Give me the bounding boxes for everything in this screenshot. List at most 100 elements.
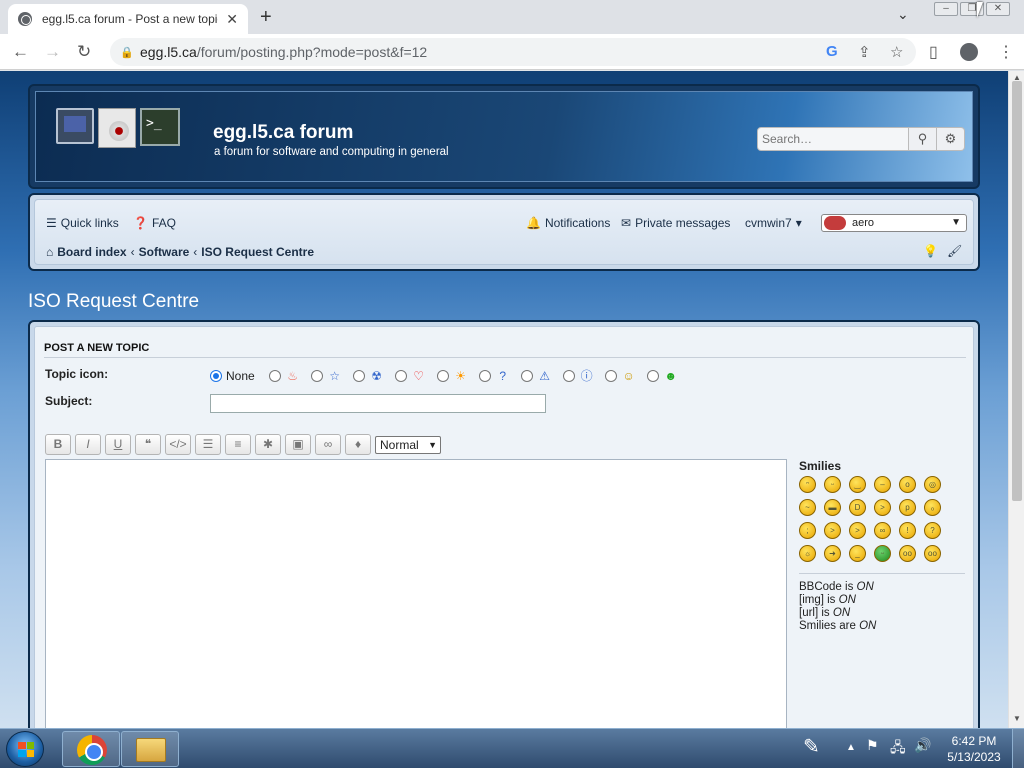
site-title[interactable]: egg.l5.ca forum xyxy=(213,122,353,144)
mad-smiley-icon[interactable]: > xyxy=(874,499,891,516)
tab-search-button[interactable]: ⌄ xyxy=(897,6,909,23)
forward-icon[interactable]: → xyxy=(44,42,61,62)
site-logo[interactable]: >_ xyxy=(56,108,180,148)
close-tab-icon[interactable]: ✕ xyxy=(226,11,238,28)
start-button[interactable] xyxy=(6,731,44,767)
breadcrumb-software[interactable]: Software xyxy=(139,245,190,259)
action-center-icon[interactable]: ⚑ xyxy=(866,737,879,754)
ugeek-smiley-icon[interactable]: oo xyxy=(924,545,941,562)
smile-smiley-icon[interactable]: ‿ xyxy=(849,476,866,493)
taskbar-chrome[interactable] xyxy=(62,731,120,767)
minimize-button[interactable]: – xyxy=(934,2,958,16)
profile-icon[interactable] xyxy=(960,43,978,61)
neutral-smiley-icon[interactable]: – xyxy=(874,476,891,493)
rolleyes-smiley-icon[interactable]: ∞ xyxy=(874,522,891,539)
quote-button[interactable]: ❝ xyxy=(135,434,161,455)
lol-smiley-icon[interactable]: D xyxy=(849,499,866,516)
style-select[interactable]: aero ▼ xyxy=(821,214,967,232)
code-button[interactable]: </> xyxy=(165,434,191,455)
page-scrollbar[interactable]: ▲ ▼ xyxy=(1008,71,1024,728)
exclaim-smiley-icon[interactable]: ! xyxy=(899,522,916,539)
topic-icon-radio[interactable] xyxy=(646,369,659,382)
quick-links-menu[interactable]: ☰ Quick links xyxy=(46,216,119,230)
show-desktop-button[interactable] xyxy=(1012,729,1024,768)
subject-input[interactable] xyxy=(210,394,546,413)
confused-smiley-icon[interactable]: ~ xyxy=(799,499,816,516)
breadcrumb-iso-request-centre[interactable]: ISO Request Centre xyxy=(201,245,314,259)
green-smiley-icon[interactable]: ᵕ xyxy=(874,545,891,562)
list-button[interactable]: ☰ xyxy=(195,434,221,455)
clock-time: 6:42 PM xyxy=(951,734,997,748)
topic-icon-radio[interactable] xyxy=(268,369,281,382)
bold-button[interactable]: B xyxy=(45,434,71,455)
pen-input-icon[interactable]: ✎ xyxy=(803,734,820,759)
question-smiley-icon[interactable]: ? xyxy=(924,522,941,539)
oops-smiley-icon[interactable]: ₒ xyxy=(924,499,941,516)
topic-icon-radio[interactable] xyxy=(478,369,491,382)
topic-icon-radio[interactable] xyxy=(352,369,365,382)
network-icon[interactable]: 🖧 xyxy=(890,737,906,761)
link-button[interactable]: ∞ xyxy=(315,434,341,455)
neutral-face-smiley-icon[interactable]: _ xyxy=(849,545,866,562)
private-messages-link[interactable]: ✉ Private messages xyxy=(621,216,730,230)
menu-dots-icon[interactable]: ⋮ xyxy=(998,42,1014,62)
image-button[interactable]: ▣ xyxy=(285,434,311,455)
idea-smiley-icon[interactable]: ☼ xyxy=(799,545,816,562)
font-size-select[interactable]: Normal ▼ xyxy=(375,435,441,454)
underline-button[interactable]: U xyxy=(105,434,131,455)
topic-icon-radio-none[interactable] xyxy=(210,369,222,382)
topic-icon-radio[interactable] xyxy=(562,369,575,382)
system-clock[interactable]: 6:42 PM 5/13/2023 xyxy=(944,733,1004,765)
forum-title[interactable]: ISO Request Centre xyxy=(28,291,199,313)
close-window-button[interactable]: ✕ xyxy=(986,2,1010,16)
ordered-list-button[interactable]: ≡ xyxy=(225,434,251,455)
surprised-smiley-icon[interactable]: o xyxy=(899,476,916,493)
reload-icon[interactable]: ↻ xyxy=(77,42,91,62)
breadcrumb-board-index[interactable]: Board index xyxy=(57,245,126,259)
scrollbar-thumb[interactable] xyxy=(1012,81,1022,501)
volume-icon[interactable]: 🔊 xyxy=(914,737,931,754)
topic-icon-radio[interactable] xyxy=(604,369,617,382)
back-icon[interactable]: ← xyxy=(12,42,29,62)
list-item-button[interactable]: ✱ xyxy=(255,434,281,455)
search-button[interactable]: ⚲ xyxy=(909,127,937,151)
laugh-smiley-icon[interactable]: ᵔ xyxy=(799,476,816,493)
cry-smiley-icon[interactable]: ; xyxy=(799,522,816,539)
cool-smiley-icon[interactable]: ▬ xyxy=(824,499,841,516)
show-hidden-icons[interactable]: ▲ xyxy=(846,742,856,753)
eek-smiley-icon[interactable]: ◎ xyxy=(924,476,941,493)
address-bar[interactable]: 🔒 egg.l5.ca/forum/posting.php?mode=post&… xyxy=(110,38,916,66)
evil-smiley-icon[interactable]: > xyxy=(824,522,841,539)
twisted-smiley-icon[interactable]: > xyxy=(849,522,866,539)
razz-smiley-icon[interactable]: p xyxy=(899,499,916,516)
italic-button[interactable]: I xyxy=(75,434,101,455)
advanced-search-button[interactable]: ⚙ xyxy=(937,127,965,151)
topic-icon-radio[interactable] xyxy=(310,369,323,382)
bookmark-star-icon[interactable]: ☆ xyxy=(890,43,903,61)
posting-panel: POST A NEW TOPIC Topic icon: None ♨ ☆ ☢ … xyxy=(28,320,980,728)
scroll-down-icon[interactable]: ▼ xyxy=(1013,714,1021,723)
new-tab-button[interactable]: + xyxy=(260,6,272,29)
color-button[interactable]: ♦ xyxy=(345,434,371,455)
topic-icon-radio[interactable] xyxy=(436,369,449,382)
notifications-link[interactable]: 🔔 Notifications xyxy=(526,216,610,230)
geek-smiley-icon[interactable]: oo xyxy=(899,545,916,562)
terminal-icon: >_ xyxy=(140,108,180,146)
search-input[interactable] xyxy=(757,127,909,151)
taskbar-explorer[interactable] xyxy=(121,731,179,767)
paintbrush-icon[interactable]: 🖌 xyxy=(947,244,962,258)
lightbulb-icon[interactable]: 💡 xyxy=(923,244,938,258)
faq-link[interactable]: ❓ FAQ xyxy=(133,216,176,230)
browser-tab[interactable]: egg.l5.ca forum - Post a new topic ✕ xyxy=(8,4,248,34)
topic-icon-radio[interactable] xyxy=(394,369,407,382)
user-menu[interactable]: cvmwin7 ▾ xyxy=(745,216,802,230)
grin-smiley-icon[interactable]: ᵕ xyxy=(824,476,841,493)
arrow-smiley-icon[interactable]: ➜ xyxy=(824,545,841,562)
chevron-down-icon: ▼ xyxy=(951,217,961,228)
side-panel-icon[interactable]: ▯ xyxy=(929,42,938,62)
topic-icon-radio[interactable] xyxy=(520,369,533,382)
message-textarea[interactable] xyxy=(45,459,787,728)
share-icon[interactable]: ⇪ xyxy=(858,43,871,61)
google-lens-icon[interactable]: G xyxy=(826,43,838,60)
question-icon: ? xyxy=(499,368,507,383)
